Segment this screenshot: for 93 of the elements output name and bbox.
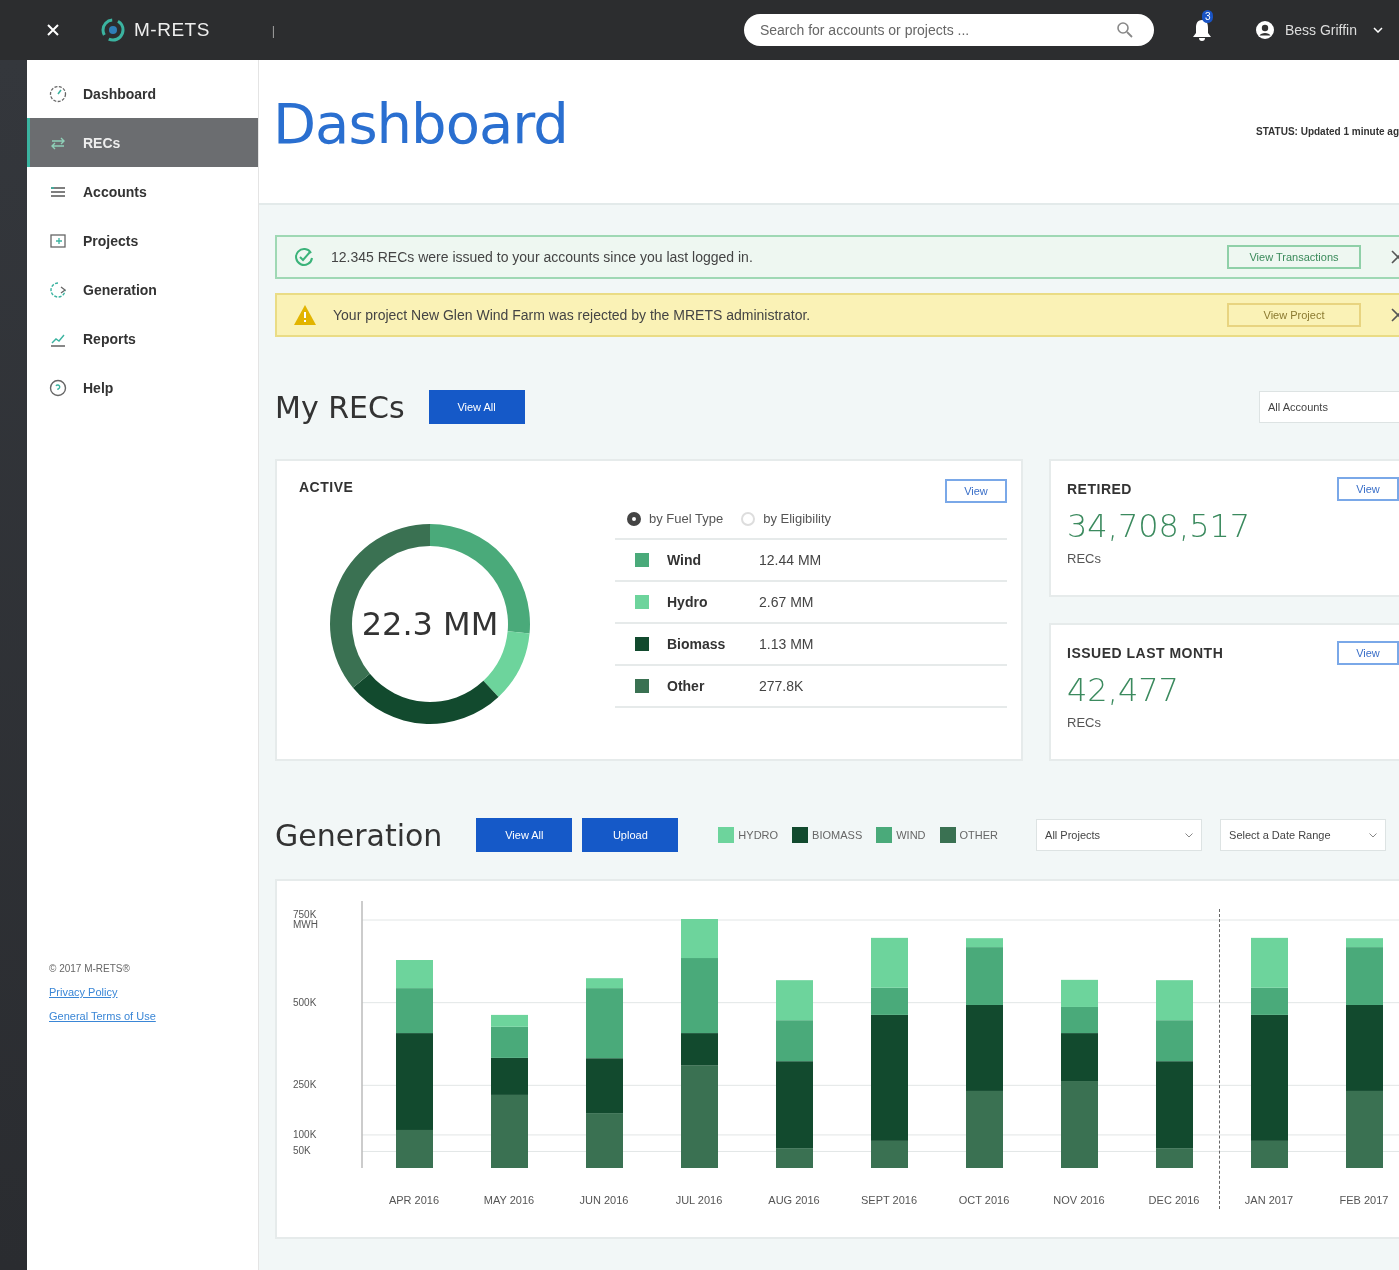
view-button[interactable]: View xyxy=(945,479,1007,503)
view-all-button[interactable]: View All xyxy=(428,390,525,424)
legend-label: OTHER xyxy=(959,829,999,841)
copyright-text: © 2017 M-RETS® xyxy=(49,963,131,974)
fuel-name: Other xyxy=(667,678,706,694)
axis-tick-label: JUN 2016 xyxy=(579,1194,629,1206)
axis-tick-label: MAY 2016 xyxy=(483,1194,535,1206)
axis-tick-label: 250K xyxy=(293,1079,317,1091)
footer-link[interactable]: General Terms of Use xyxy=(49,1010,156,1022)
radio-button[interactable] xyxy=(627,511,641,526)
axis-tick-label: 100K xyxy=(293,1128,317,1140)
caret-icon xyxy=(1369,832,1378,838)
fuel-name: Hydro xyxy=(667,594,709,610)
alert-message: Your project New Glen Wind Farm was rejected by the MRETS administrator. xyxy=(333,307,812,323)
axis-tick-label: FEB 2017 xyxy=(1339,1194,1389,1206)
dropdown[interactable]: All Projects xyxy=(1036,819,1203,851)
sidebar-item[interactable]: Reports xyxy=(27,314,258,363)
fuel-value: 12.44 MM xyxy=(759,552,822,568)
axis-tick-label: APR 2016 xyxy=(388,1194,440,1206)
bar-segment xyxy=(776,980,813,1021)
legend-label: HYDRO xyxy=(738,829,779,841)
view-button[interactable]: View xyxy=(1337,641,1399,665)
card-title: ACTIVE xyxy=(299,479,355,495)
check-circle-icon xyxy=(293,246,315,268)
bell-icon xyxy=(1190,18,1213,42)
gauge-icon xyxy=(49,84,67,103)
user-menu[interactable]: Bess Griffin xyxy=(1254,20,1383,40)
dropdown[interactable]: All Accounts xyxy=(1259,391,1399,423)
sidebar-item[interactable]: Generation xyxy=(27,265,258,314)
user-name: Bess Griffin xyxy=(1284,22,1357,38)
radio-label: by Eligibility xyxy=(763,511,832,526)
alert-action-button[interactable]: View Transactions xyxy=(1227,245,1361,269)
fuel-value: 277.8K xyxy=(759,678,804,694)
page-title: Dashboard xyxy=(273,91,568,156)
dropdown[interactable]: Select a Date Range xyxy=(1220,819,1387,851)
sidebar-item[interactable]: Dashboard xyxy=(27,69,258,118)
sidebar-item[interactable]: Projects xyxy=(27,216,258,265)
bar-segment xyxy=(586,1058,623,1114)
action-button[interactable]: Upload xyxy=(582,818,679,852)
user-icon xyxy=(1254,20,1275,40)
search-icon xyxy=(1115,21,1134,39)
stat-value: 34,708,517 xyxy=(1067,507,1252,545)
axis-tick-label: SEPT 2016 xyxy=(860,1194,918,1206)
stat-value: 42,477 xyxy=(1067,671,1180,709)
axis-tick-label: 50K xyxy=(293,1145,311,1157)
fuel-name: Wind xyxy=(667,552,703,568)
action-button[interactable]: View All xyxy=(476,818,573,852)
section-title: Generation xyxy=(275,817,443,853)
status-text: STATUS: Updated 1 minute ag xyxy=(1256,126,1399,137)
caret-icon xyxy=(1373,27,1383,33)
card-title: RETIRED xyxy=(1067,481,1132,497)
notification-badge: 3 xyxy=(1201,10,1214,23)
logo-icon xyxy=(100,17,126,43)
document-icon xyxy=(49,231,67,250)
brand-name: M-RETS xyxy=(134,19,210,41)
axis-tick-label: AUG 2016 xyxy=(768,1194,820,1206)
section-title: My RECs xyxy=(275,389,405,425)
axis-tick-label: DEC 2016 xyxy=(1148,1194,1200,1206)
sidebar-item[interactable]: RECs xyxy=(27,118,258,167)
fuel-value: 1.13 MM xyxy=(759,636,814,652)
radio-option[interactable]: by Eligibility xyxy=(741,511,832,526)
axis-tick-label: 750K MWH xyxy=(293,909,318,930)
radio-label: by Fuel Type xyxy=(649,511,724,526)
fuel-value: 2.67 MM xyxy=(759,594,814,610)
donut-total: 22.3 MM xyxy=(361,605,499,643)
sidebar-item[interactable]: Help xyxy=(27,363,258,412)
card-title: ISSUED LAST MONTH xyxy=(1067,645,1224,661)
alert-action-button[interactable]: View Project xyxy=(1227,303,1361,327)
legend-label: BIOMASS xyxy=(812,829,863,841)
view-button[interactable]: View xyxy=(1337,477,1399,501)
bar-segment xyxy=(1156,980,1193,1021)
axis-tick-label: 500K xyxy=(293,996,317,1008)
footer-link[interactable]: Privacy Policy xyxy=(49,986,118,998)
axis-tick-label: OCT 2016 xyxy=(958,1194,1010,1206)
warning-icon xyxy=(293,304,317,326)
cycle-icon xyxy=(49,280,67,299)
bar-segment xyxy=(1061,979,1098,1007)
search-field[interactable]: Search for accounts or projects ... xyxy=(743,14,1154,46)
stat-unit: RECs xyxy=(1067,551,1102,566)
close-icon xyxy=(46,23,60,37)
sidebar-item[interactable]: Accounts xyxy=(27,167,258,216)
bar-segment xyxy=(586,1113,623,1168)
separator-mark: | xyxy=(271,22,276,38)
legend-label: WIND xyxy=(896,829,926,841)
axis-tick-label: JUL 2016 xyxy=(675,1194,723,1206)
stat-unit: RECs xyxy=(1067,715,1102,730)
axis-tick-label: NOV 2016 xyxy=(1053,1194,1105,1206)
caret-icon xyxy=(1185,832,1194,838)
help-icon xyxy=(49,378,67,397)
alert-message: 12.345 RECs were issued to your accounts since you last logged in. xyxy=(331,249,754,265)
radio-option[interactable]: by Fuel Type xyxy=(627,511,724,526)
fuel-name: Biomass xyxy=(667,636,727,652)
axis-tick-label: JAN 2017 xyxy=(1244,1194,1294,1206)
